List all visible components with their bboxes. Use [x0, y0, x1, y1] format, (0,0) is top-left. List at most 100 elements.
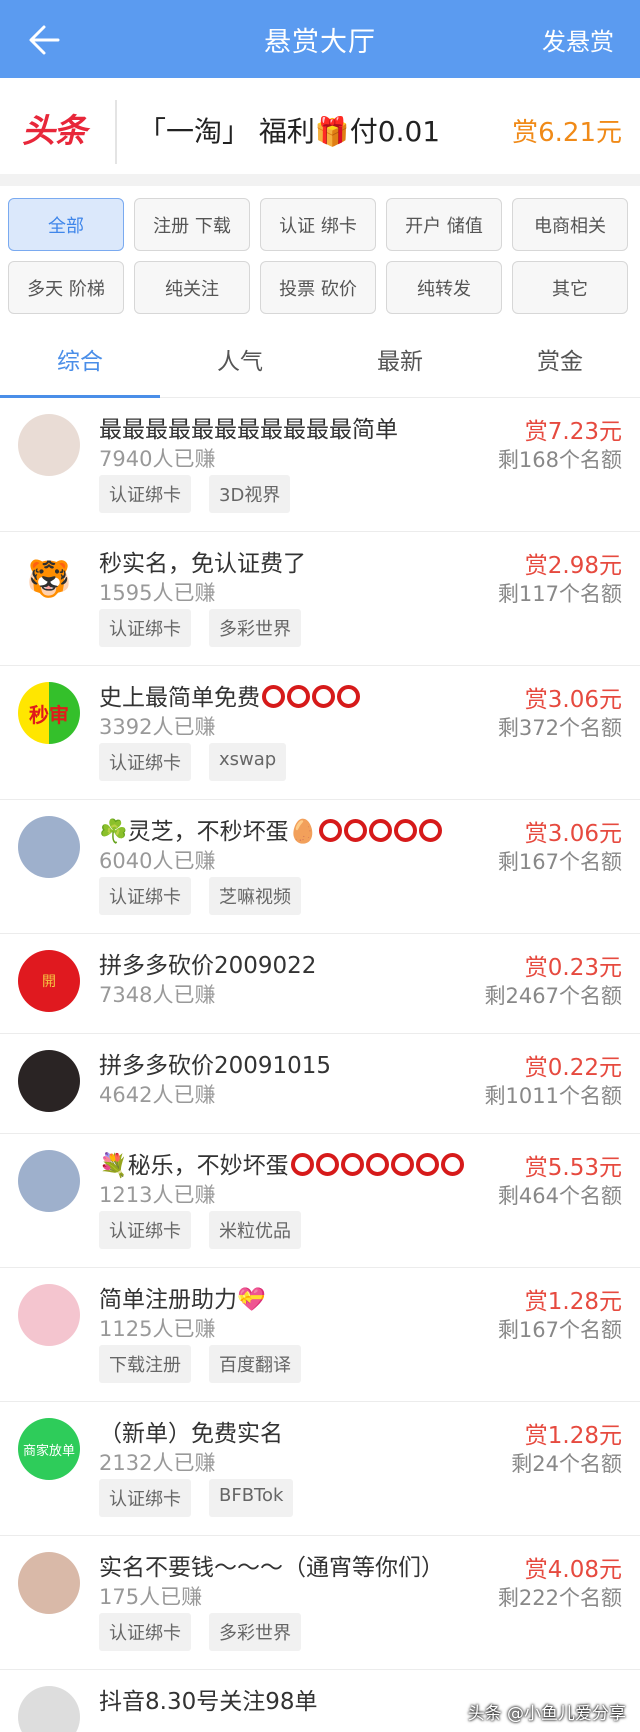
red-circle-icon [290, 1153, 314, 1176]
list-item[interactable]: 最最最最最最最最最最最简单 7940人已赚 认证绑卡 3D视界 赏7.23元 剩168个名… [0, 398, 640, 532]
task-tags: 认证绑卡 芝嘛视频 [99, 877, 301, 915]
filter-other[interactable]: 其它 [512, 261, 628, 314]
task-title-text: （新单）免费实名 [99, 1421, 283, 1447]
tab-reward[interactable]: 赏金 [480, 318, 640, 397]
task-reward: 赏2.98元 [524, 553, 622, 579]
remaining-slots: 剩167个名额 [497, 1318, 622, 1342]
task-title-text: 最最最最最最最最最最最简单 [99, 417, 398, 443]
task-title: 实名不要钱～～～（通宵等你们） [99, 1548, 444, 1582]
remaining-slots: 剩1011个名额 [484, 1084, 622, 1108]
task-tags: 认证绑卡 xswap [99, 743, 287, 781]
task-reward: 赏4.08元 [524, 1557, 622, 1583]
task-tag: 认证绑卡 [99, 743, 191, 781]
task-tag: 下载注册 [99, 1345, 191, 1383]
tab-popular[interactable]: 人气 [160, 318, 320, 397]
filter-ecommerce[interactable]: 电商相关 [512, 198, 628, 251]
list-item[interactable]: 開拼多多砍价2009022 7348人已赚 赏0.23元 剩2467个名额 [0, 934, 640, 1034]
task-reward: 赏0.22元 [524, 1055, 622, 1081]
task-tag: 认证绑卡 [99, 1613, 191, 1651]
remaining-slots: 剩24个名额 [511, 1452, 622, 1476]
banner-reward: 赏6.21元 [512, 118, 622, 148]
earned-count: 6040人已赚 [99, 849, 216, 873]
task-title: 💐秘乐，不妙坏蛋 [99, 1146, 464, 1180]
list-item[interactable]: 商家放单 （新单）免费实名 2132人已赚 认证绑卡 BFBTok 赏1.28元 剩24个名… [0, 1402, 640, 1536]
avatar [18, 1050, 80, 1112]
banner-text: 「一淘」 福利🎁付0.01 [138, 115, 441, 148]
publish-reward-button[interactable]: 发悬赏 [542, 22, 614, 57]
task-tag: 认证绑卡 [99, 1479, 191, 1517]
task-title: 拼多多砍价20091015 [99, 1046, 331, 1080]
promo-banner[interactable]: 头条 「一淘」 福利🎁付0.01 赏6.21元 [0, 78, 640, 186]
task-tag: 认证绑卡 [99, 1211, 191, 1249]
task-tags: 认证绑卡 多彩世界 [99, 1613, 301, 1651]
avatar [18, 1552, 80, 1614]
list-item[interactable]: 简单注册助力💝 1125人已赚下载注册 百度翻译 赏1.28元剩167个名额 [0, 1268, 640, 1402]
task-reward: 赏3.06元 [524, 821, 622, 847]
earned-count: 7940人已赚 [99, 447, 216, 471]
filter-repost[interactable]: 纯转发 [386, 261, 502, 314]
avatar: 開 [18, 950, 80, 1012]
task-tags: 认证绑卡 3D视界 [99, 475, 291, 513]
task-reward: 赏1.28元 [524, 1289, 622, 1315]
watermark: 头条 @小鱼儿爱分享 [467, 1704, 626, 1724]
avatar: 商家放单 [18, 1418, 80, 1480]
red-circle-icon [369, 819, 393, 842]
task-title-text: 秒实名，免认证费了 [99, 551, 306, 577]
task-tag: 认证绑卡 [99, 475, 191, 513]
red-circle-icon [312, 685, 335, 708]
task-title: 简单注册助力💝 [99, 1280, 266, 1314]
task-title: 抖音8.30号关注98单 [99, 1682, 317, 1716]
filter-register-download[interactable]: 注册 下载 [134, 198, 250, 251]
filter-follow[interactable]: 纯关注 [134, 261, 250, 314]
remaining-slots: 剩372个名额 [497, 716, 622, 740]
task-reward: 赏0.23元 [524, 955, 622, 981]
filter-account-deposit[interactable]: 开户 储值 [386, 198, 502, 251]
task-title: 最最最最最最最最最最最简单 [99, 410, 398, 444]
list-item[interactable]: ☘️灵芝，不秒坏蛋🥚 6040人已赚 认证绑卡 芝嘛视频 赏3.06元 剩167个名额 [0, 800, 640, 934]
task-title-text: 简单注册助力💝 [99, 1287, 266, 1313]
filter-verify-card[interactable]: 认证 绑卡 [260, 198, 376, 251]
task-title-text: 抖音8.30号关注98单 [99, 1689, 318, 1715]
list-item[interactable]: 拼多多砍价20091015 4642人已赚 赏0.22元剩1011个名额 [0, 1034, 640, 1134]
earned-count: 1213人已赚 [99, 1183, 216, 1207]
red-circle-icon [390, 1153, 414, 1176]
red-circle-icon [365, 1153, 389, 1176]
category-filters: 全部 注册 下载 认证 绑卡 开户 储值 电商相关 多天 阶梯 纯关注 投票 砍… [0, 186, 640, 314]
list-item[interactable]: 💐秘乐，不妙坏蛋 1213人已赚 认证绑卡 米粒优品 赏5.53元 剩464个名额 [0, 1134, 640, 1268]
task-tag: 认证绑卡 [99, 877, 191, 915]
task-title-text: 💐秘乐，不妙坏蛋 [99, 1153, 289, 1179]
list-item[interactable]: 秒审 史上最简单免费 3392人已赚 认证绑卡 xswap 赏3.06元 剩372个名额 [0, 666, 640, 800]
top-bar: 悬赏大厅 发悬赏 [0, 0, 640, 78]
red-circle-icon [315, 1153, 339, 1176]
list-item[interactable]: 🐯 秒实名，免认证费了 1595人已赚 认证绑卡 多彩世界 赏2.98元 剩117个名额 [0, 532, 640, 666]
tab-newest[interactable]: 最新 [320, 318, 480, 397]
task-tag: 认证绑卡 [99, 609, 191, 647]
red-circle-icon [340, 1153, 364, 1176]
avatar: 秒审 [18, 682, 80, 744]
filter-multi-day[interactable]: 多天 阶梯 [8, 261, 124, 314]
list-item[interactable]: 实名不要钱～～～（通宵等你们） 175人已赚 认证绑卡 多彩世界 赏4.08元 剩222个… [0, 1536, 640, 1670]
filter-vote-bargain[interactable]: 投票 砍价 [260, 261, 376, 314]
task-tags: 下载注册 百度翻译 [99, 1345, 301, 1383]
earned-count: 4642人已赚 [99, 1083, 216, 1107]
earned-count: 2132人已赚 [99, 1451, 216, 1475]
avatar: 🐯 [18, 548, 80, 610]
task-title: 拼多多砍价2009022 [99, 946, 316, 980]
task-reward: 赏3.06元 [524, 687, 622, 713]
avatar [18, 1686, 80, 1732]
filter-all[interactable]: 全部 [8, 198, 124, 251]
tab-overall[interactable]: 综合 [0, 318, 160, 398]
earned-count: 1125人已赚 [99, 1317, 216, 1341]
remaining-slots: 剩117个名额 [497, 582, 622, 606]
task-reward: 赏5.53元 [524, 1155, 622, 1181]
task-list: 最最最最最最最最最最最简单 7940人已赚 认证绑卡 3D视界 赏7.23元 剩168个名… [0, 398, 640, 1732]
toutiao-logo: 头条 [22, 111, 87, 150]
task-tags: 认证绑卡 米粒优品 [99, 1211, 301, 1249]
red-circle-icon [415, 1153, 439, 1176]
red-circle-icon [344, 819, 368, 842]
remaining-slots: 剩167个名额 [497, 850, 622, 874]
earned-count: 175人已赚 [99, 1585, 203, 1609]
earned-count: 3392人已赚 [99, 715, 216, 739]
task-title: 秒实名，免认证费了 [99, 544, 306, 578]
avatar [18, 414, 80, 476]
